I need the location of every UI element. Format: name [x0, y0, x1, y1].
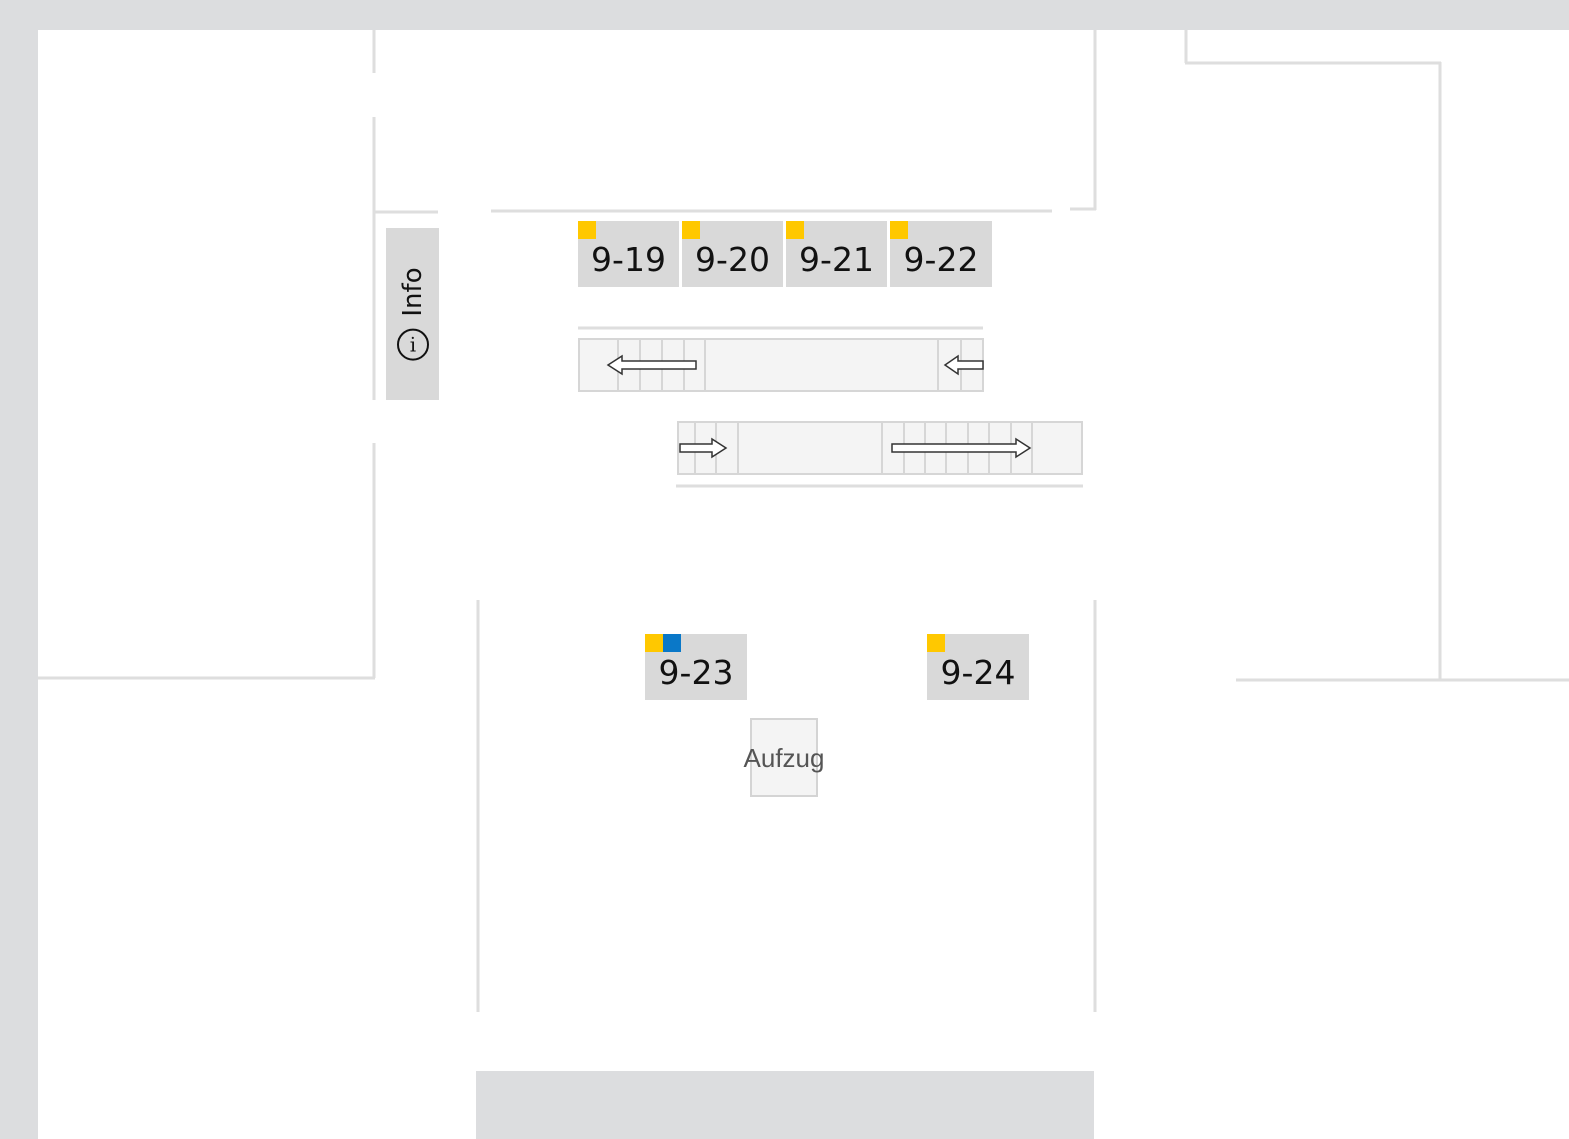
booth-label: 9-23 [658, 653, 734, 692]
flag-yellow [786, 221, 804, 239]
info-icon: i [396, 328, 429, 361]
booth-9-24[interactable]: 9-24 [927, 634, 1029, 700]
booth-9-23[interactable]: 9-23 [645, 634, 747, 700]
flag-yellow [578, 221, 596, 239]
booth-9-20[interactable]: 9-20 [682, 221, 783, 287]
info-point[interactable]: i Info [386, 228, 439, 400]
booth-label: 9-21 [799, 240, 874, 279]
flag-yellow [645, 634, 663, 652]
booth-9-22[interactable]: 9-22 [890, 221, 992, 287]
bottom-block [476, 1071, 1094, 1139]
booth-label: 9-22 [903, 240, 979, 279]
booth-label: 9-20 [695, 240, 770, 279]
flag-blue [663, 634, 681, 652]
info-label: Info [397, 267, 428, 317]
elevator-label: Aufzug [743, 743, 825, 773]
booth-label: 9-24 [940, 653, 1016, 692]
booth-label: 9-19 [591, 240, 666, 279]
flag-yellow [682, 221, 700, 239]
floor-plan [38, 30, 1569, 1139]
flag-yellow [890, 221, 908, 239]
booth-9-19[interactable]: 9-19 [578, 221, 679, 287]
flag-yellow [927, 634, 945, 652]
floor-surface [38, 30, 1569, 1139]
floor-map: 9-19 9-20 9-21 9-22 9-23 9-24 i Info Auf… [0, 0, 1569, 1139]
booth-9-21[interactable]: 9-21 [786, 221, 887, 287]
